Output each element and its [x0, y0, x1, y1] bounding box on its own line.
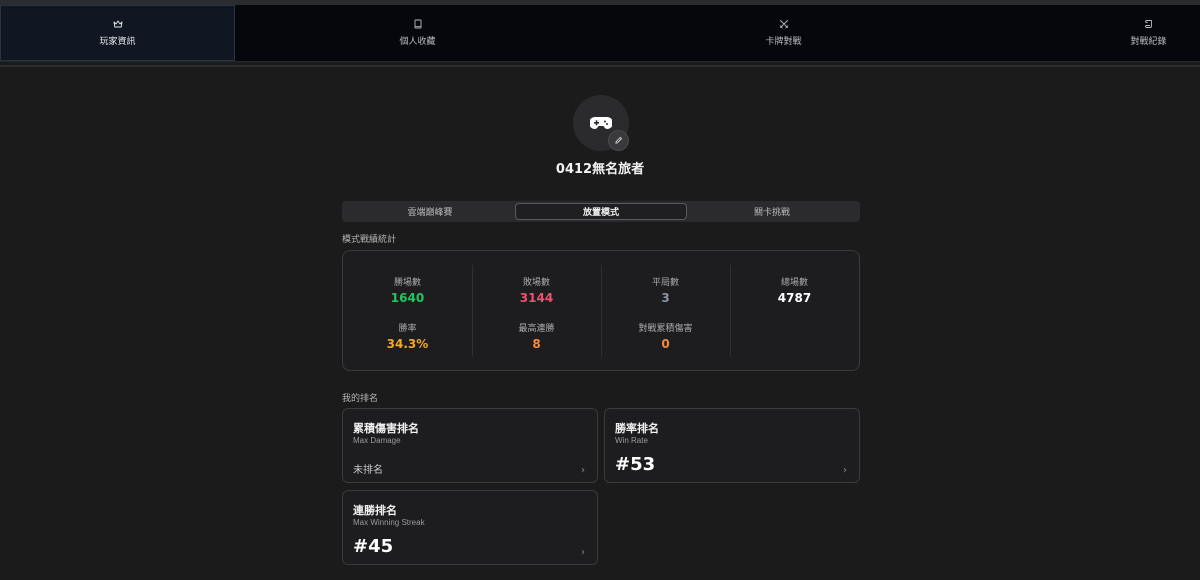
stat-wins: 勝場數 1640	[343, 275, 472, 305]
stats-section-title: 模式戰績統計	[342, 235, 397, 245]
stat-label: 勝率	[398, 324, 417, 334]
ranking-value: #45	[353, 536, 394, 557]
ranking-value: 未排名	[353, 465, 383, 476]
ranking-subtitle: Max Winning Streak	[353, 518, 425, 527]
nav-tab-label: 玩家資訊	[99, 37, 136, 47]
stat-label: 最高連勝	[518, 324, 555, 334]
nav-divider	[0, 65, 1200, 67]
stat-losses: 敗場數 3144	[472, 275, 601, 305]
nav-tab-battle-history[interactable]: 對戰紀錄	[1031, 5, 1200, 61]
stat-value: 34.3%	[386, 337, 429, 351]
nav-tab-card-battle[interactable]: 卡牌對戰	[666, 5, 901, 61]
ranking-title: 勝率排名	[615, 422, 659, 435]
chevron-right-icon: ›	[581, 465, 585, 476]
stat-value: 0	[661, 337, 670, 351]
stat-label: 總場數	[780, 278, 808, 288]
swords-icon	[779, 20, 788, 29]
ranking-subtitle: Max Damage	[353, 436, 401, 445]
main-navbar: 玩家資訊 個人收藏 卡牌對戰 對戰紀錄	[0, 5, 1200, 62]
stat-value: 1640	[390, 291, 425, 305]
stat-value: 3144	[519, 291, 554, 305]
ranking-value: #53	[615, 454, 656, 475]
ranking-card-win-streak[interactable]: 連勝排名 Max Winning Streak #45 ›	[342, 490, 598, 565]
nav-tab-label: 個人收藏	[399, 37, 436, 47]
mode-tabs: 雲端巔峰賽 放置模式 關卡挑戰	[342, 201, 860, 222]
book-icon	[414, 19, 421, 29]
ranking-card-win-rate[interactable]: 勝率排名 Win Rate #53 ›	[604, 408, 860, 483]
stat-label: 勝場數	[393, 278, 421, 288]
stat-value: 3	[661, 291, 670, 305]
stats-card: 勝場數 1640 敗場數 3144 平局數 3 總場數 4787 勝率 34.3…	[342, 250, 860, 371]
tab-cloud-peak[interactable]: 雲端巔峰賽	[344, 203, 516, 220]
chevron-right-icon: ›	[843, 465, 847, 476]
gamepad-icon	[590, 117, 612, 129]
stat-value: 8	[532, 337, 541, 351]
player-name: 0412無名旅者	[555, 162, 645, 177]
stat-total: 總場數 4787	[730, 275, 859, 305]
rankings-section-title: 我的排名	[342, 394, 379, 404]
ranking-title: 累積傷害排名	[353, 422, 419, 435]
ranking-subtitle: Win Rate	[615, 436, 648, 445]
ranking-title: 連勝排名	[353, 504, 397, 517]
nav-tab-label: 對戰紀錄	[1130, 37, 1167, 47]
stat-label: 敗場數	[522, 278, 550, 288]
ranking-card-max-damage[interactable]: 累積傷害排名 Max Damage 未排名 ›	[342, 408, 598, 483]
tab-stage-challenge[interactable]: 關卡挑戰	[686, 203, 858, 220]
stat-win-rate: 勝率 34.3%	[343, 321, 472, 351]
stat-label: 對戰累積傷害	[638, 324, 693, 334]
stat-value: 4787	[777, 291, 812, 305]
stat-total-damage: 對戰累積傷害 0	[601, 321, 730, 351]
crown-icon	[113, 20, 122, 28]
stat-max-streak: 最高連勝 8	[472, 321, 601, 351]
chevron-right-icon: ›	[581, 547, 585, 558]
nav-tab-collection[interactable]: 個人收藏	[300, 5, 535, 61]
scroll-icon	[1144, 20, 1152, 28]
nav-tab-label: 卡牌對戰	[765, 37, 802, 47]
tab-idle-mode[interactable]: 放置模式	[515, 203, 687, 220]
pencil-icon	[615, 137, 622, 144]
nav-tab-player-info[interactable]: 玩家資訊	[0, 5, 235, 61]
stat-label: 平局數	[651, 278, 679, 288]
stat-draws: 平局數 3	[601, 275, 730, 305]
edit-avatar-button[interactable]	[608, 130, 629, 151]
